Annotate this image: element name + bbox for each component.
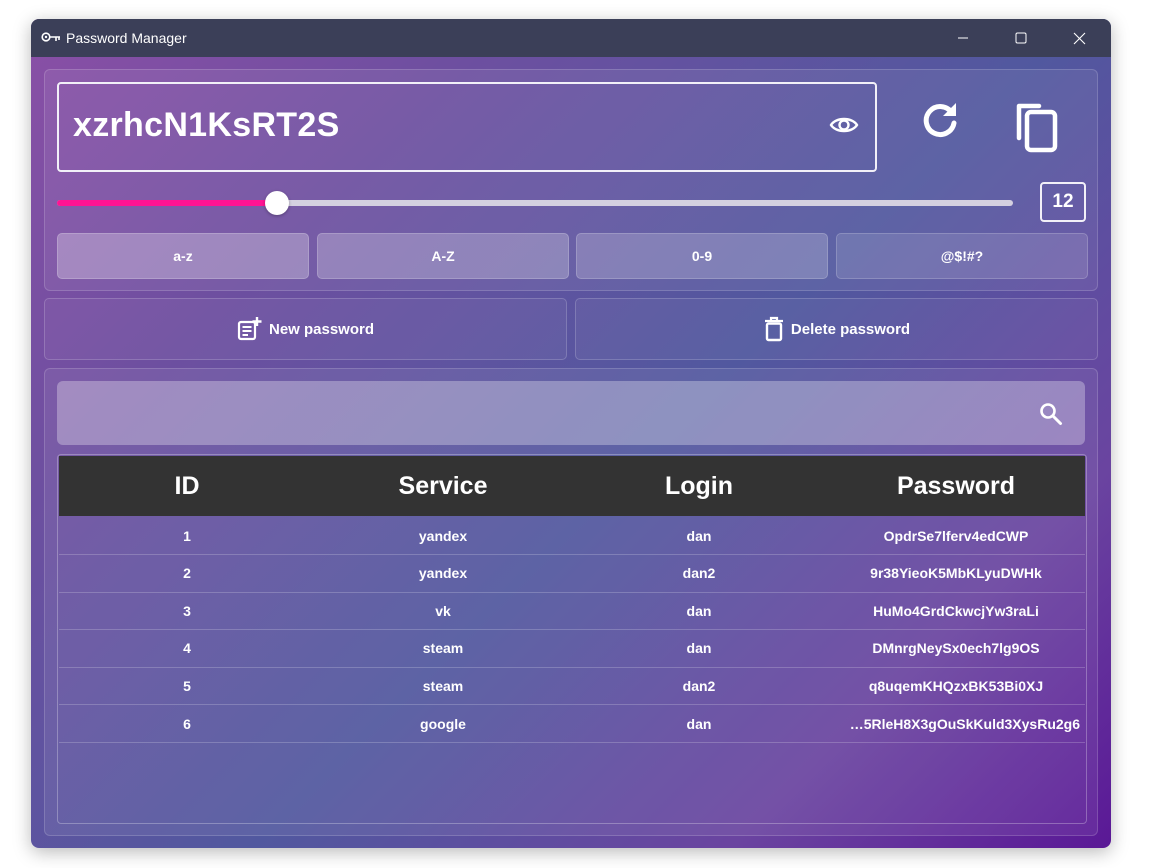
cell-password: 9r38YieoK5MbKLyuDWHk — [870, 565, 1042, 582]
copy-icon[interactable] — [1013, 100, 1063, 159]
table-row[interactable]: 6 google dan …5RleH8X3gOuSkKuld3XysRu2g6 — [59, 705, 1085, 743]
charset-uppercase-button[interactable]: A-Z — [317, 233, 569, 279]
table-row[interactable]: 3 vk dan HuMo4GrdCkwcjYw3raLi — [59, 592, 1085, 631]
search-input[interactable] — [57, 381, 1085, 445]
cell-password: q8uqemKHQzxBK53Bi0XJ — [868, 677, 1044, 694]
maximize-icon — [1015, 32, 1027, 44]
minimize-button[interactable] — [934, 19, 992, 57]
table-row[interactable]: 4 steam dan DMnrgNeySx0ech7lg9OS — [59, 630, 1085, 668]
eye-icon[interactable] — [829, 114, 859, 141]
cell-password: DMnrgNeySx0ech7lg9OS — [872, 640, 1040, 657]
cell-login: dan — [686, 527, 712, 544]
app-window: Password Manager xzrhcN1KsRT2S 12 a-z A-… — [31, 19, 1111, 848]
length-slider[interactable] — [57, 191, 1013, 215]
charset-lowercase-button[interactable]: a-z — [57, 233, 309, 279]
cell-password: …5RleH8X3gOuSkKuld3XysRu2g6 — [849, 715, 1080, 732]
maximize-button[interactable] — [992, 19, 1050, 57]
cell-id: 6 — [183, 715, 191, 732]
cell-id: 5 — [183, 677, 191, 694]
column-header-login[interactable]: Login — [571, 456, 827, 516]
cell-login: dan2 — [682, 565, 716, 582]
cell-password: OpdrSe7lferv4edCWP — [883, 527, 1029, 544]
cell-login: dan — [686, 602, 712, 619]
charset-symbols-button[interactable]: @$!#? — [836, 233, 1088, 279]
cell-service: yandex — [418, 565, 468, 582]
password-table: ID Service Login Password 1 yandex dan Opdr… — [57, 454, 1087, 824]
minimize-icon — [958, 37, 968, 39]
search-icon[interactable] — [1039, 402, 1063, 431]
close-icon — [1073, 32, 1085, 44]
cell-login: dan — [686, 640, 712, 657]
slider-fill — [57, 200, 277, 206]
table-header: ID Service Login Password — [59, 456, 1085, 516]
table-row[interactable]: 1 yandex dan OpdrSe7lferv4edCWP — [59, 517, 1085, 555]
window-title: Password Manager — [66, 30, 187, 46]
cell-service: yandex — [418, 527, 468, 544]
cell-password: HuMo4GrdCkwcjYw3raLi — [873, 602, 1039, 619]
cell-login: dan — [686, 715, 712, 732]
cell-id: 2 — [183, 565, 191, 582]
generator-panel: xzrhcN1KsRT2S 12 a-z A-Z 0-9 @$!#? — [44, 69, 1098, 291]
new-password-button[interactable]: New password — [44, 298, 567, 360]
slider-thumb[interactable] — [264, 191, 289, 215]
delete-password-button[interactable]: Delete password — [575, 298, 1098, 360]
trash-icon — [764, 316, 783, 342]
refresh-icon[interactable] — [918, 99, 962, 148]
length-value: 12 — [1040, 182, 1086, 222]
generated-password: xzrhcN1KsRT2S — [73, 106, 340, 144]
password-display[interactable]: xzrhcN1KsRT2S — [57, 82, 877, 172]
new-password-label: New password — [268, 320, 375, 338]
title-bar: Password Manager — [31, 19, 1111, 57]
cell-service: vk — [435, 602, 451, 619]
cell-id: 3 — [183, 602, 191, 619]
column-header-service[interactable]: Service — [315, 456, 571, 516]
table-row[interactable]: 2 yandex dan2 9r38YieoK5MbKLyuDWHk — [59, 555, 1085, 593]
note-add-icon — [237, 317, 262, 341]
charset-digits-button[interactable]: 0-9 — [576, 233, 828, 279]
delete-password-label: Delete password — [790, 320, 911, 338]
cell-id: 4 — [183, 640, 191, 657]
close-button[interactable] — [1050, 19, 1108, 57]
cell-service: steam — [422, 677, 464, 694]
table-row[interactable]: 5 steam dan2 q8uqemKHQzxBK53Bi0XJ — [59, 667, 1085, 706]
cell-service: google — [420, 715, 466, 732]
cell-id: 1 — [183, 527, 191, 544]
column-header-id[interactable]: ID — [59, 456, 315, 516]
password-list-panel: ID Service Login Password 1 yandex dan Opdr… — [44, 368, 1098, 836]
cell-login: dan2 — [682, 677, 716, 694]
cell-service: steam — [422, 640, 464, 657]
column-header-password[interactable]: Password — [828, 456, 1084, 516]
key-icon — [41, 30, 61, 49]
